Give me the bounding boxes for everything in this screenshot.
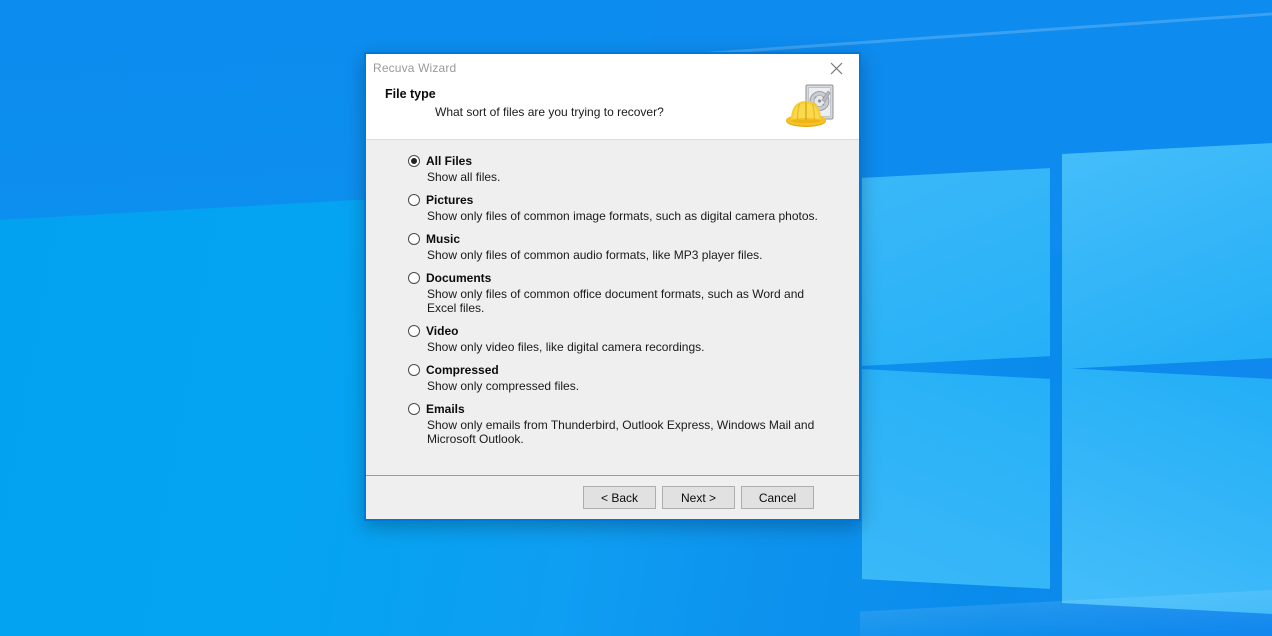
option-header: Compressed xyxy=(408,363,839,377)
option-description: Show only video files, like digital came… xyxy=(427,340,705,354)
radio-all-files[interactable] xyxy=(408,155,420,167)
option-label: Pictures xyxy=(426,193,474,207)
option-description: Show only emails from Thunderbird, Outlo… xyxy=(427,418,815,446)
wizard-footer: < Back Next > Cancel xyxy=(366,476,859,519)
option-header: Music xyxy=(408,232,839,246)
radio-compressed[interactable] xyxy=(408,364,420,376)
window-title: Recuva Wizard xyxy=(373,61,457,75)
radio-documents[interactable] xyxy=(408,272,420,284)
option-label: Emails xyxy=(426,402,465,416)
option-label: Video xyxy=(426,324,459,338)
cancel-button[interactable]: Cancel xyxy=(741,486,814,509)
wizard-header: File type What sort of files are you try… xyxy=(366,82,859,140)
wallpaper-pane-top-left xyxy=(862,168,1050,366)
wallpaper-pane-bottom-right xyxy=(1062,367,1272,616)
option-header: Emails xyxy=(408,402,839,416)
radio-pictures[interactable] xyxy=(408,194,420,206)
list-item[interactable]: Documents Show only files of common offi… xyxy=(408,271,839,315)
wallpaper-pane-bottom-left xyxy=(862,369,1050,589)
option-label: Music xyxy=(426,232,461,246)
list-item[interactable]: Compressed Show only compressed files. xyxy=(408,363,839,393)
option-description: Show only files of common audio formats,… xyxy=(427,248,763,262)
page-title: File type xyxy=(385,87,436,101)
wizard-header-text: File type What sort of files are you try… xyxy=(366,82,664,120)
back-button[interactable]: < Back xyxy=(583,486,656,509)
option-description: Show all files. xyxy=(427,170,501,184)
radio-music[interactable] xyxy=(408,233,420,245)
file-type-options-list: All Files Show all files. Pictures Show … xyxy=(366,140,859,476)
next-button[interactable]: Next > xyxy=(662,486,735,509)
option-header: Video xyxy=(408,324,839,338)
option-header: Documents xyxy=(408,271,839,285)
option-description: Show only compressed files. xyxy=(427,379,580,393)
close-icon[interactable] xyxy=(814,54,859,82)
option-description: Show only files of common image formats,… xyxy=(427,209,818,223)
radio-video[interactable] xyxy=(408,325,420,337)
list-item[interactable]: Emails Show only emails from Thunderbird… xyxy=(408,402,839,446)
list-item[interactable]: Music Show only files of common audio fo… xyxy=(408,232,839,262)
desktop-background: Recuva Wizard File type What sort of fil… xyxy=(0,0,1272,636)
list-item[interactable]: All Files Show all files. xyxy=(408,154,839,184)
wallpaper-pane-top-right xyxy=(1062,141,1272,370)
list-item[interactable]: Video Show only video files, like digita… xyxy=(408,324,839,354)
list-item[interactable]: Pictures Show only files of common image… xyxy=(408,193,839,223)
option-label: Compressed xyxy=(426,363,499,377)
page-subtitle: What sort of files are you trying to rec… xyxy=(435,105,664,119)
recuva-hardhat-disk-icon xyxy=(784,83,836,133)
option-header: All Files xyxy=(408,154,839,168)
radio-emails[interactable] xyxy=(408,403,420,415)
option-description: Show only files of common office documen… xyxy=(427,287,805,315)
option-header: Pictures xyxy=(408,193,839,207)
title-bar[interactable]: Recuva Wizard xyxy=(366,54,859,82)
option-label: All Files xyxy=(426,154,473,168)
option-label: Documents xyxy=(426,271,492,285)
recuva-wizard-window: Recuva Wizard File type What sort of fil… xyxy=(364,52,861,521)
